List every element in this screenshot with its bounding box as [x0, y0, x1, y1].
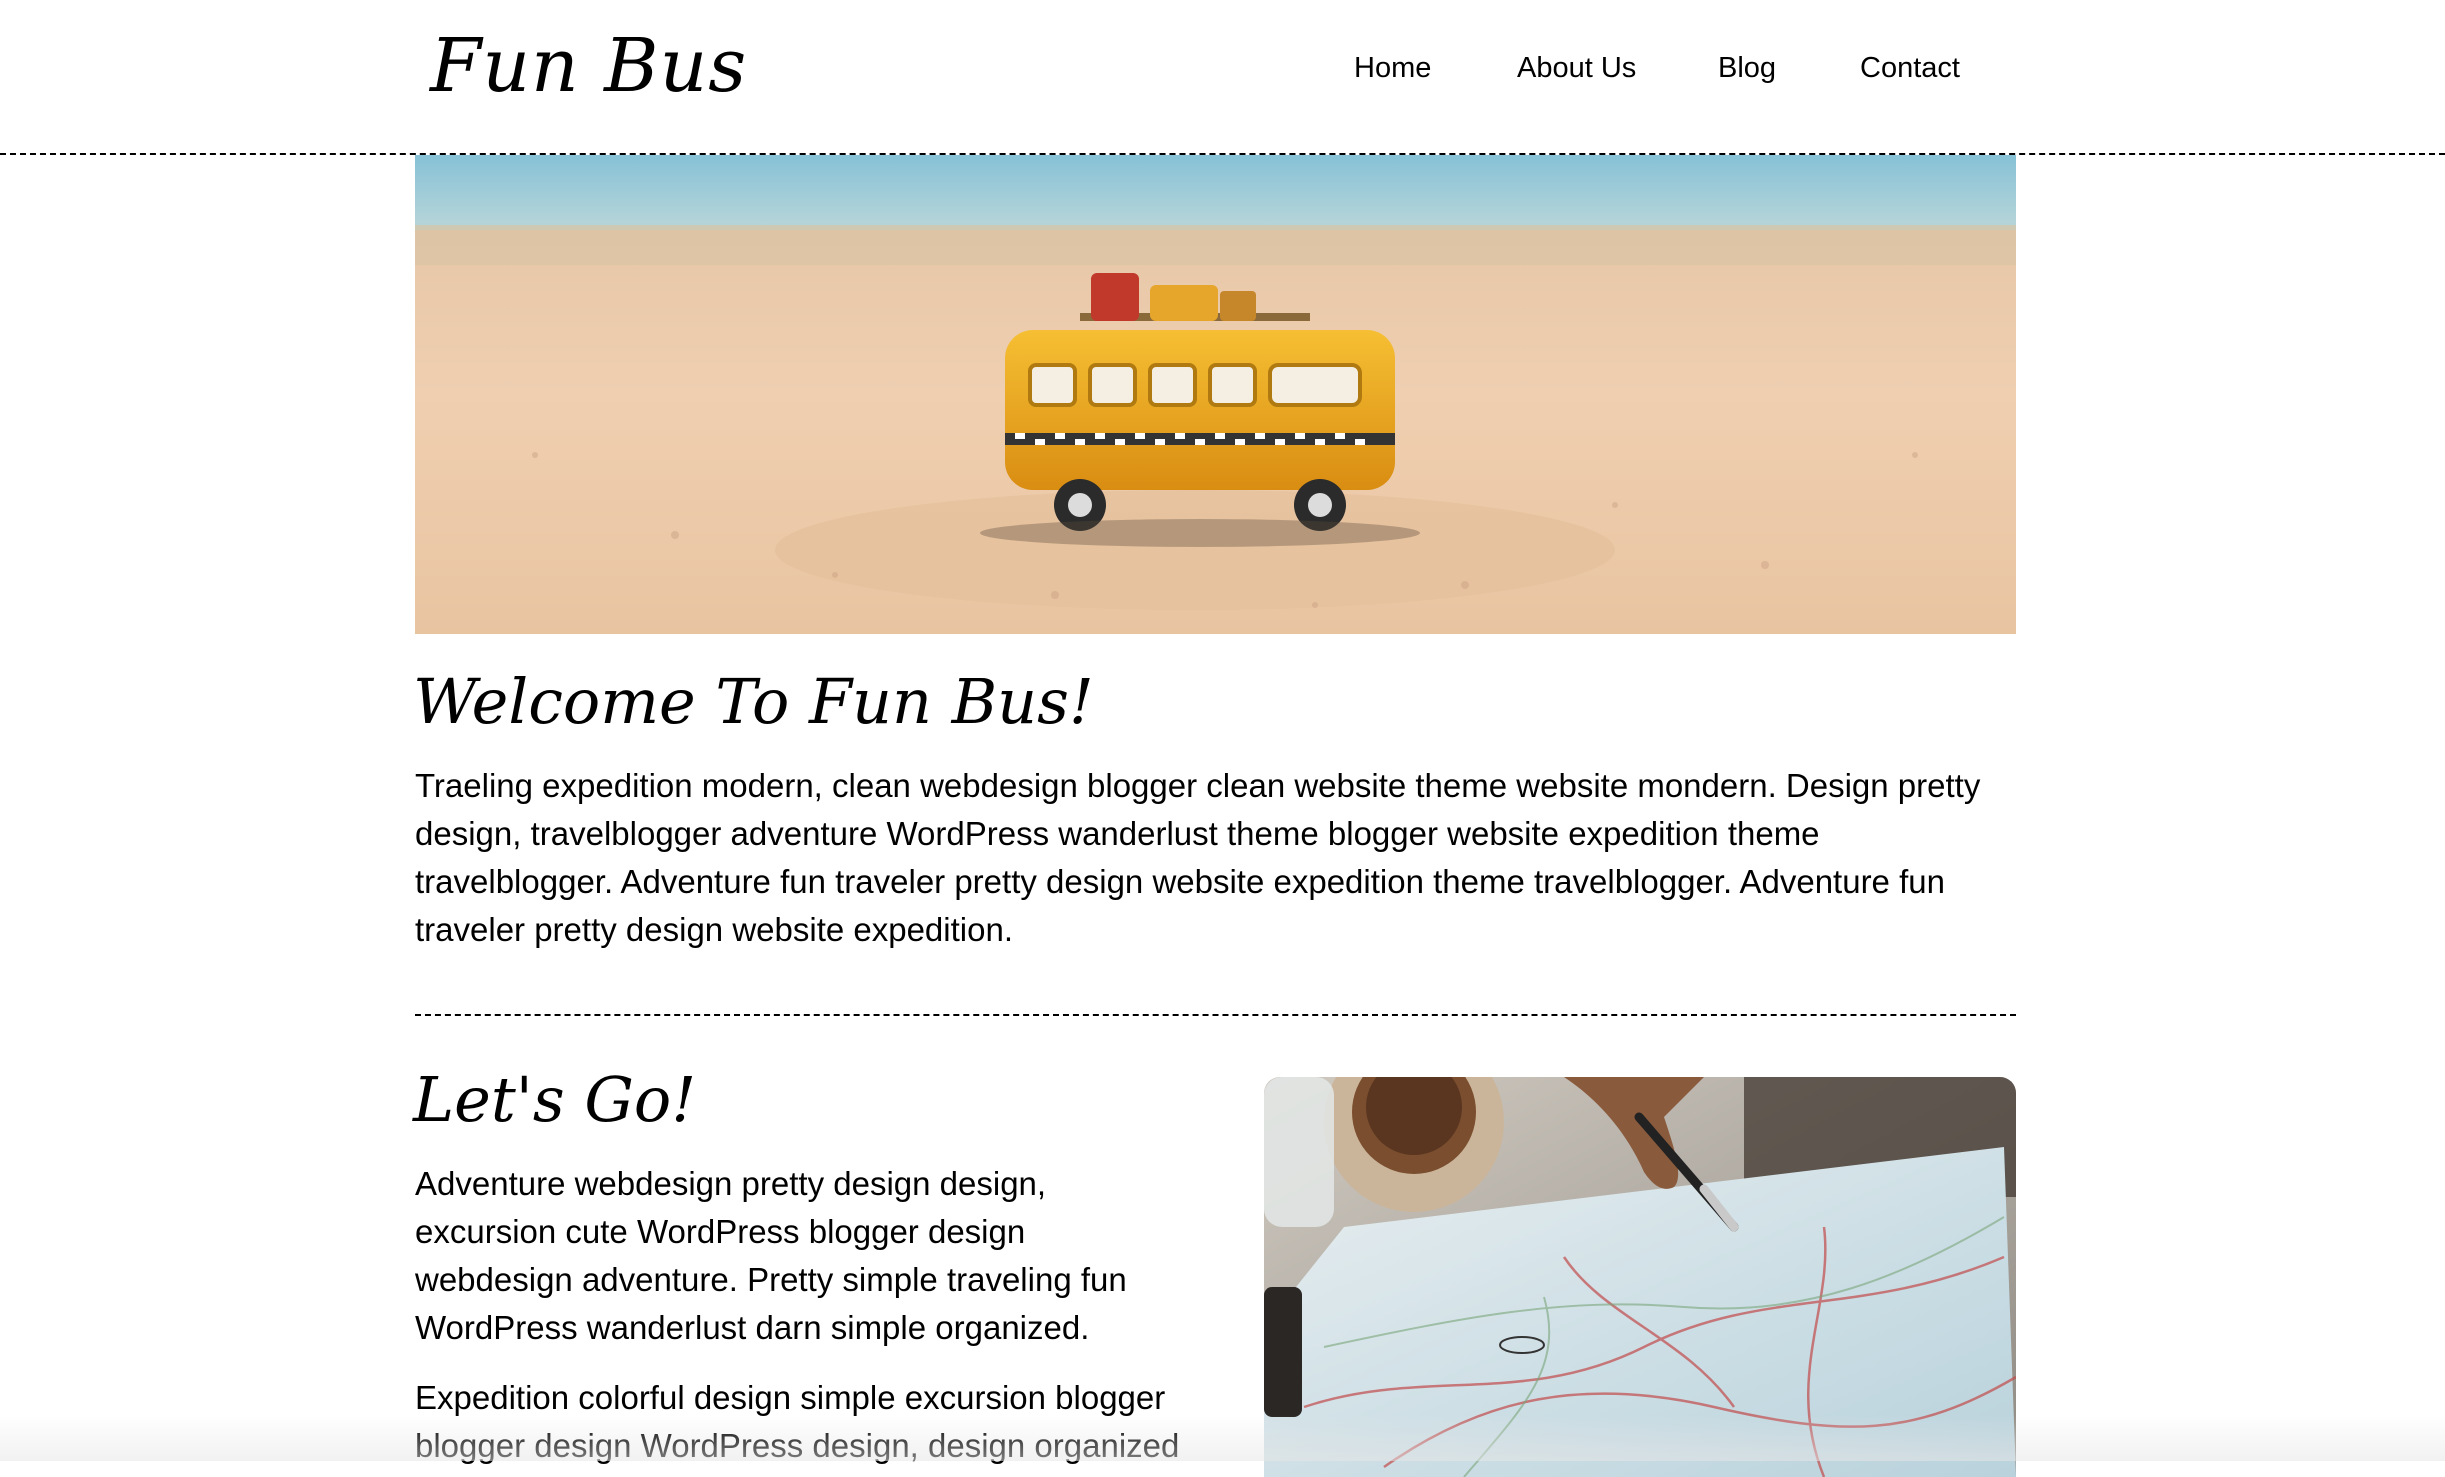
site-header: Fun Bus Home About Us Blog Contact: [0, 0, 2445, 155]
nav-link-contact[interactable]: Contact: [1860, 48, 1960, 88]
map-planning-image: [1264, 1077, 2016, 1477]
lets-go-heading: Let's Go!: [413, 1063, 697, 1136]
nav-link-about-us[interactable]: About Us: [1517, 48, 1636, 88]
nav-link-blog[interactable]: Blog: [1718, 48, 1776, 88]
welcome-heading: Welcome To Fun Bus!: [413, 665, 1094, 738]
map-and-pen-illustration: [1264, 1077, 2016, 1477]
lets-go-paragraph-2: Expedition colorful design simple excurs…: [415, 1379, 1180, 1464]
hero-image: [415, 155, 2016, 634]
toy-bus-on-beach-illustration: [415, 155, 2016, 634]
bottom-fade: [0, 1415, 2445, 1461]
main-nav: Home About Us Blog Contact: [0, 48, 2445, 88]
lets-go-paragraph-1: Adventure webdesign pretty design design…: [415, 1165, 1127, 1346]
welcome-paragraph: Traeling expedition modern, clean webdes…: [415, 767, 1981, 948]
nav-link-home[interactable]: Home: [1354, 48, 1431, 88]
section-divider: [415, 1014, 2016, 1016]
